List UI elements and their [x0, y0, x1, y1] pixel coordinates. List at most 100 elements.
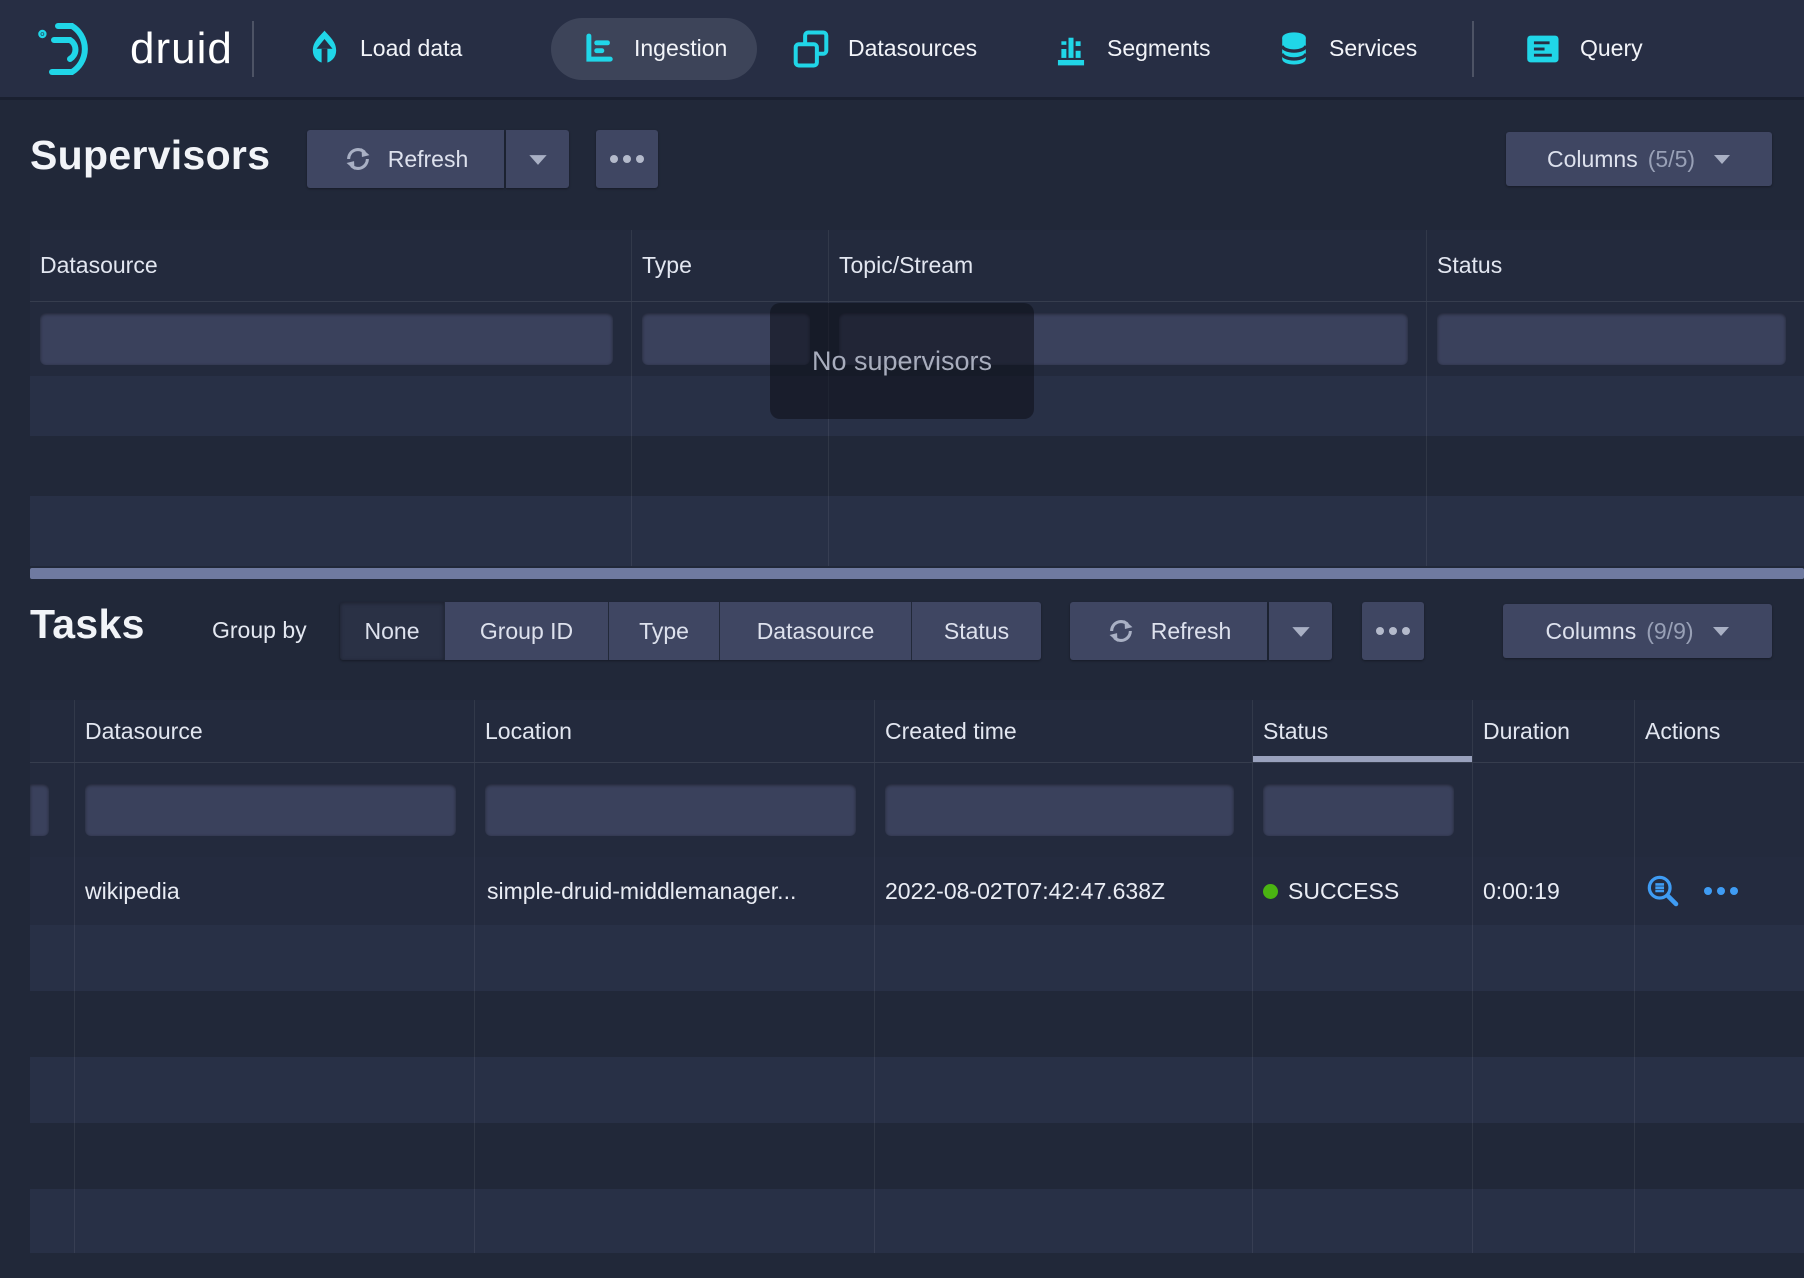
- refresh-dropdown-button[interactable]: [1269, 602, 1332, 660]
- refresh-button[interactable]: Refresh: [307, 130, 504, 188]
- tasks-title: Tasks: [30, 601, 145, 648]
- column-header-actions[interactable]: Actions: [1635, 700, 1804, 762]
- column-header-duration[interactable]: Duration: [1473, 700, 1635, 762]
- tasks-table-header: Datasource Location Created time Status …: [30, 700, 1804, 763]
- column-header-topic-stream[interactable]: Topic/Stream: [829, 230, 1427, 301]
- refresh-icon: [343, 144, 373, 174]
- task-duration: 0:00:19: [1473, 857, 1635, 925]
- tasks-more-button[interactable]: [1362, 602, 1424, 660]
- group-by-datasource-button[interactable]: Datasource: [720, 602, 912, 660]
- more-icon: [1717, 887, 1725, 895]
- clipped-filter-input[interactable]: [30, 784, 49, 836]
- magnifier-details-icon: [1645, 873, 1682, 910]
- nav-item-query[interactable]: Query: [1525, 32, 1643, 66]
- horizontal-scrollbar[interactable]: [30, 568, 1804, 579]
- supervisors-more-button[interactable]: [596, 130, 658, 188]
- chevron-down-icon: [1712, 625, 1730, 637]
- status-filter-input[interactable]: [1437, 313, 1786, 365]
- supervisors-title: Supervisors: [30, 132, 270, 179]
- nav-item-label: Query: [1580, 35, 1643, 62]
- column-header-created-time[interactable]: Created time: [875, 700, 1253, 762]
- upload-icon: [306, 29, 343, 69]
- columns-label: Columns: [1545, 618, 1636, 645]
- empty-state-message: No supervisors: [812, 346, 992, 377]
- chevron-down-icon: [1713, 153, 1731, 165]
- task-row-wikipedia[interactable]: wikipedia simple-druid-middlemanager... …: [30, 857, 1804, 925]
- chevron-down-icon: [1291, 625, 1311, 638]
- refresh-dropdown-button[interactable]: [506, 130, 569, 188]
- group-by-status-button[interactable]: Status: [912, 602, 1041, 660]
- column-header-location[interactable]: Location: [475, 700, 875, 762]
- datasource-filter-input[interactable]: [40, 313, 613, 365]
- empty-row: [30, 496, 1804, 566]
- services-icon: [1276, 29, 1312, 69]
- more-icon: [623, 155, 631, 163]
- more-icon: [636, 155, 644, 163]
- supervisors-refresh-group: Refresh: [307, 130, 569, 188]
- status-badge: SUCCESS: [1288, 878, 1399, 905]
- group-by-segmented-control: None Group ID Type Datasource Status: [340, 602, 1041, 660]
- nav-item-label: Datasources: [848, 35, 977, 62]
- nav-item-load-data[interactable]: Load data: [306, 29, 462, 69]
- location-filter-input[interactable]: [485, 784, 856, 836]
- column-header-datasource[interactable]: Datasource: [75, 700, 475, 762]
- nav-item-label: Ingestion: [634, 35, 727, 62]
- nav-item-segments[interactable]: Segments: [1052, 30, 1211, 68]
- created-time-filter-input[interactable]: [885, 784, 1234, 836]
- druid-console: druid Load data Ingestion: [0, 0, 1804, 1278]
- task-location: simple-druid-middlemanager...: [475, 857, 875, 925]
- columns-count: (9/9): [1646, 618, 1693, 645]
- more-icon: [1389, 627, 1397, 635]
- empty-row: [30, 925, 1804, 991]
- task-created-time: 2022-08-02T07:42:47.638Z: [875, 857, 1253, 925]
- segments-icon: [1052, 30, 1090, 68]
- supervisors-table-header: Datasource Type Topic/Stream Status: [30, 230, 1804, 302]
- nav-item-services[interactable]: Services: [1276, 29, 1417, 69]
- group-by-label: Group by: [212, 617, 307, 644]
- more-icon: [1730, 887, 1738, 895]
- refresh-icon: [1106, 616, 1136, 646]
- columns-label: Columns: [1547, 146, 1638, 173]
- nav-item-label: Load data: [360, 35, 462, 62]
- task-status: SUCCESS: [1253, 857, 1473, 925]
- supervisors-columns-button[interactable]: Columns (5/5): [1506, 132, 1772, 186]
- druid-logo-icon: [36, 17, 112, 81]
- column-header-spacer: [30, 700, 75, 762]
- empty-state-overlay: No supervisors: [770, 303, 1034, 419]
- more-icon: [1704, 887, 1712, 895]
- supervisors-table: Datasource Type Topic/Stream Status No s…: [30, 230, 1804, 566]
- group-by-group-id-button[interactable]: Group ID: [445, 602, 609, 660]
- tasks-filter-row: [30, 763, 1804, 857]
- column-header-datasource[interactable]: Datasource: [30, 230, 632, 301]
- task-detail-button[interactable]: [1645, 873, 1682, 910]
- druid-logo[interactable]: druid: [36, 17, 233, 81]
- success-status-icon: [1263, 884, 1278, 899]
- chevron-down-icon: [528, 153, 548, 166]
- tasks-table: Datasource Location Created time Status …: [30, 700, 1804, 1253]
- empty-row: [30, 1123, 1804, 1189]
- task-more-actions-button[interactable]: [1704, 887, 1738, 895]
- navbar: druid Load data Ingestion: [0, 0, 1804, 100]
- nav-item-label: Segments: [1107, 35, 1211, 62]
- more-icon: [1376, 627, 1384, 635]
- datasources-icon: [791, 29, 831, 69]
- column-header-status[interactable]: Status: [1253, 700, 1473, 762]
- group-by-type-button[interactable]: Type: [609, 602, 720, 660]
- column-header-type[interactable]: Type: [632, 230, 829, 301]
- group-by-none-button[interactable]: None: [340, 602, 445, 660]
- nav-item-label: Services: [1329, 35, 1417, 62]
- column-header-status[interactable]: Status: [1427, 230, 1804, 301]
- task-actions: [1635, 857, 1804, 925]
- task-datasource: wikipedia: [75, 857, 475, 925]
- refresh-label: Refresh: [388, 146, 469, 173]
- nav-item-datasources[interactable]: Datasources: [791, 29, 977, 69]
- nav-divider: [252, 21, 254, 77]
- more-icon: [1402, 627, 1410, 635]
- tasks-columns-button[interactable]: Columns (9/9): [1503, 604, 1772, 658]
- empty-row: [30, 1057, 1804, 1123]
- nav-item-ingestion[interactable]: Ingestion: [551, 18, 757, 80]
- refresh-button[interactable]: Refresh: [1070, 602, 1267, 660]
- status-filter-input[interactable]: [1263, 784, 1454, 836]
- columns-count: (5/5): [1648, 146, 1695, 173]
- datasource-filter-input[interactable]: [85, 784, 456, 836]
